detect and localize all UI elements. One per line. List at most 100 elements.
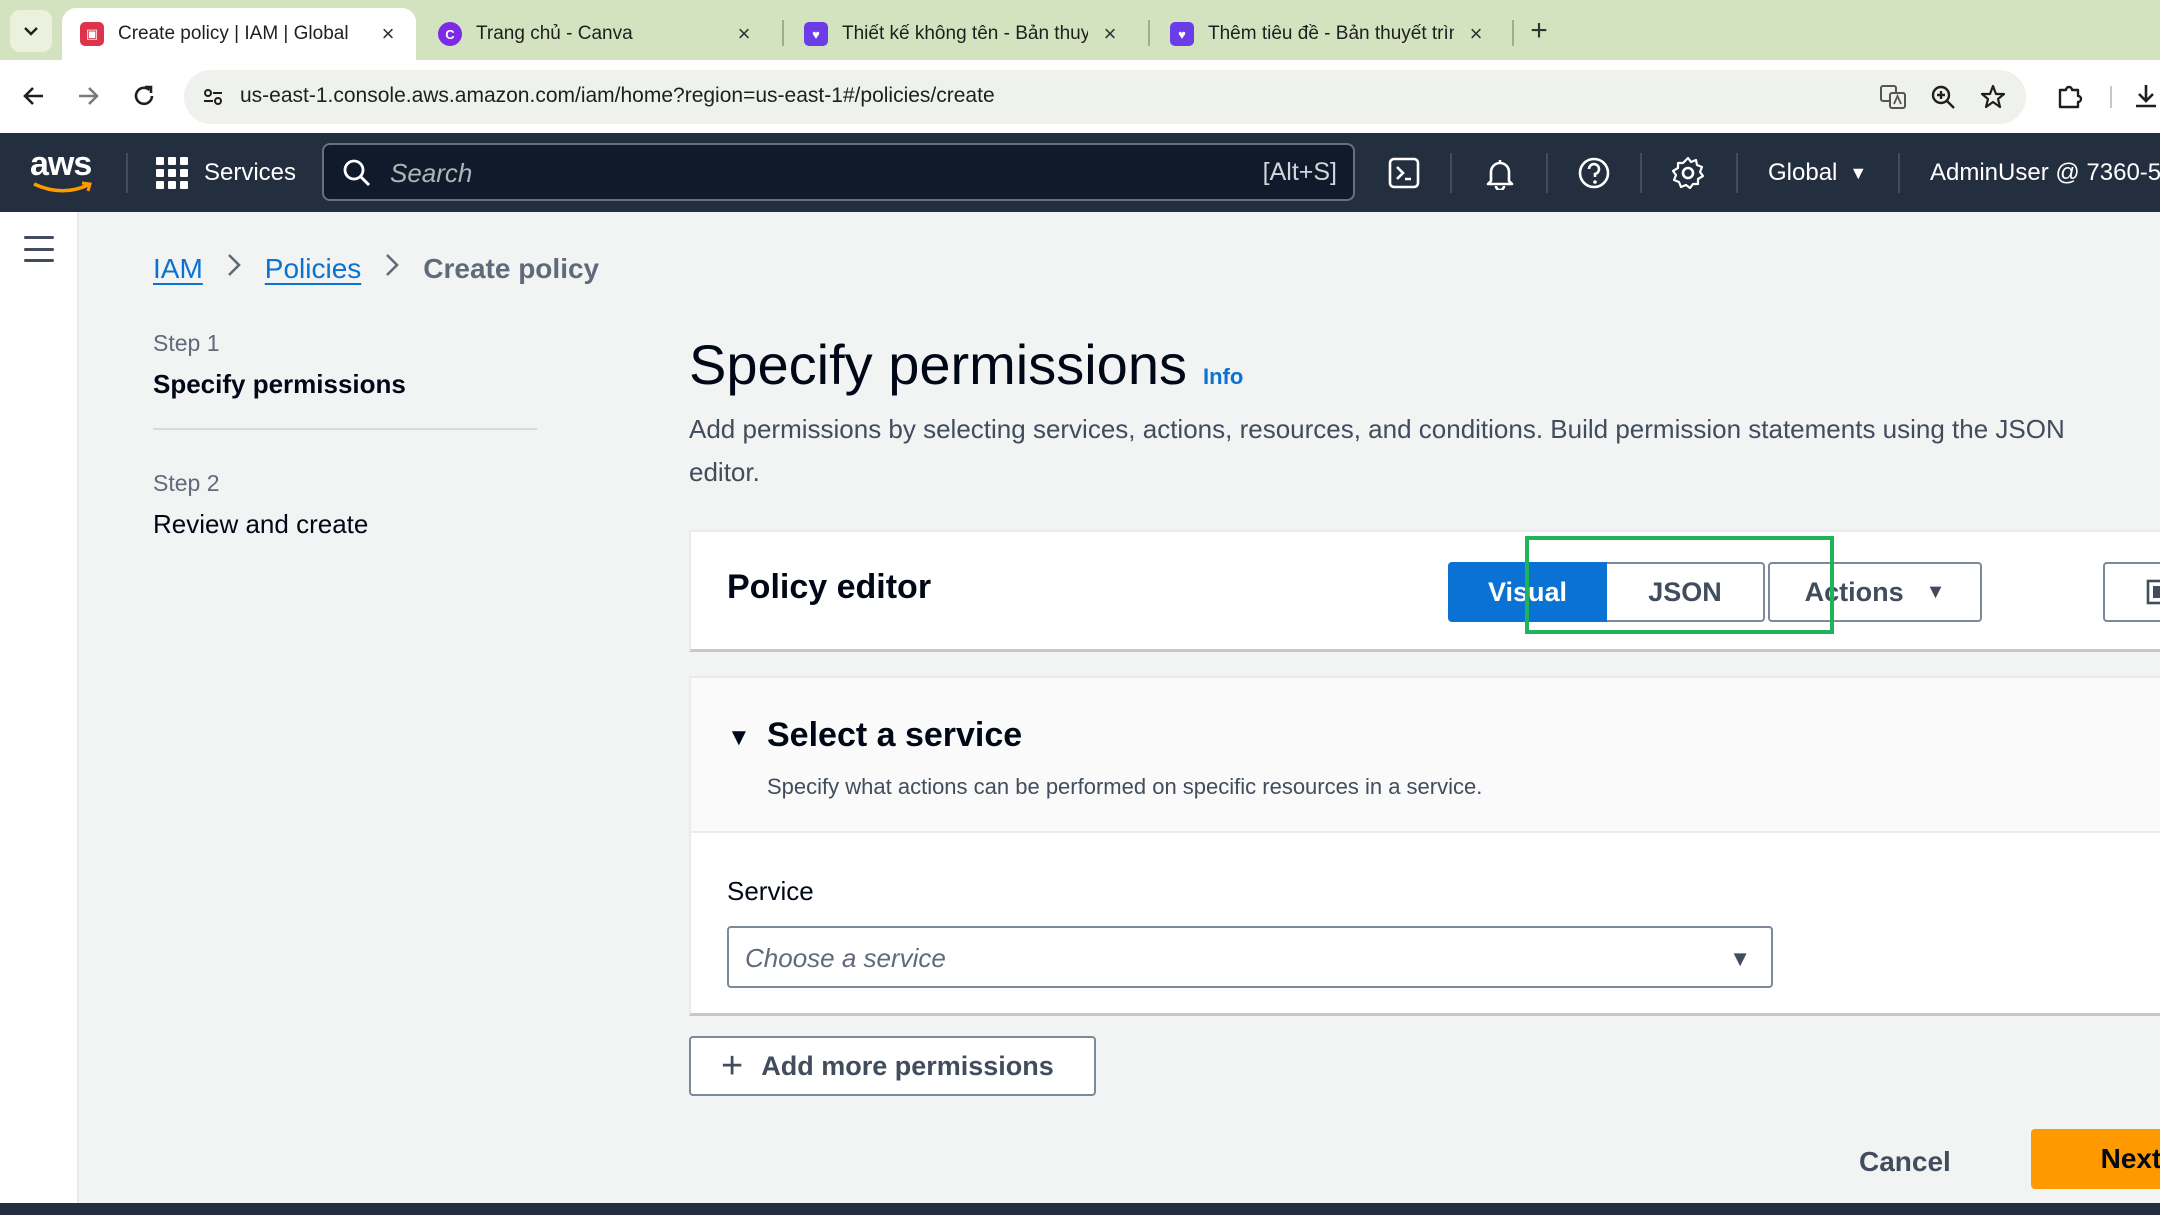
search-icon: [343, 159, 371, 187]
tab-title: Trang chủ - Canva: [476, 23, 633, 44]
search-shortcut-hint: [Alt+S]: [1262, 158, 1337, 186]
translate-icon[interactable]: [1878, 82, 1908, 112]
actions-dropdown-button[interactable]: Actions ▼: [1768, 562, 1982, 622]
tab-close-icon[interactable]: ×: [376, 21, 400, 47]
breadcrumb-policies[interactable]: Policies: [265, 253, 361, 285]
bookmark-star-icon[interactable]: [1978, 82, 2008, 112]
step-title: Review and create: [153, 509, 369, 539]
page-title: Specify permissions: [689, 333, 1187, 396]
service-select-placeholder: Choose a service: [745, 943, 946, 973]
step-title: Specify permissions: [153, 369, 406, 399]
select-service-subtitle: Specify what actions can be performed on…: [767, 774, 1483, 799]
wizard-steps: Step 1 Specify permissions Step 2 Review…: [153, 330, 537, 540]
new-tab-button[interactable]: +: [1522, 14, 1556, 48]
canva-design-favicon-icon: ♥: [804, 22, 828, 46]
chevron-right-icon: [225, 252, 243, 285]
json-mode-button[interactable]: JSON: [1607, 562, 1765, 622]
select-service-title: Select a service: [767, 716, 1023, 754]
wizard-step-1[interactable]: Step 1 Specify permissions: [153, 330, 537, 400]
nav-divider: [1546, 153, 1548, 193]
account-label: AdminUser @ 7360-5: [1930, 159, 2160, 186]
policy-editor-title: Policy editor: [727, 568, 932, 606]
iam-favicon-icon: ▣: [80, 22, 104, 46]
wizard-step-2[interactable]: Step 2 Review and create: [153, 470, 537, 540]
address-bar[interactable]: us-east-1.console.aws.amazon.com/iam/hom…: [184, 70, 2026, 124]
browser-tab-canva-design[interactable]: ♥ Thiết kế không tên - Bản thuyết ×: [786, 8, 1138, 60]
select-service-header[interactable]: ▼ Select a service Specify what actions …: [691, 678, 2160, 833]
tab-close-icon[interactable]: ×: [1464, 21, 1488, 47]
toolbar-divider: [2110, 86, 2112, 108]
nav-divider: [1898, 153, 1900, 193]
url-text[interactable]: us-east-1.console.aws.amazon.com/iam/hom…: [240, 84, 995, 108]
chevron-right-icon: [383, 252, 401, 285]
info-link[interactable]: Info: [1203, 364, 1243, 390]
plus-icon: +: [721, 1045, 744, 1087]
tab-close-icon[interactable]: ×: [1098, 21, 1122, 47]
caret-down-icon: ▼: [1849, 162, 1868, 183]
caret-down-icon: ▼: [1925, 580, 1946, 603]
reload-icon: [134, 85, 154, 106]
tab-title: Thêm tiêu đề - Bản thuyết trình: [1208, 23, 1454, 44]
arrow-right-icon: [79, 87, 99, 105]
next-button[interactable]: Next: [2031, 1129, 2160, 1189]
canva-favicon-icon: C: [438, 22, 462, 46]
site-info-icon[interactable]: [198, 82, 228, 112]
page-header: Specify permissions Info: [689, 332, 1243, 397]
menu-hamburger-icon[interactable]: [24, 236, 54, 262]
add-more-permissions-button[interactable]: + Add more permissions: [689, 1036, 1096, 1096]
aws-top-nav: aws Services Search [Alt+S] Global ▼ Adm…: [0, 133, 2160, 212]
cancel-button[interactable]: Cancel: [1859, 1146, 1951, 1178]
aws-logo-text: aws: [30, 145, 92, 183]
breadcrumb-create-policy: Create policy: [423, 252, 600, 284]
breadcrumb: IAM Policies Create policy: [153, 252, 599, 285]
policy-editor-panel: Policy editor Visual JSON Actions ▼: [689, 530, 2160, 652]
region-label: Global: [1768, 159, 1838, 186]
back-button[interactable]: [16, 78, 52, 114]
aws-smile-icon: [33, 181, 92, 193]
caret-down-icon: ▼: [1729, 946, 1751, 971]
side-navigation-rail: [0, 212, 79, 1203]
fullscreen-button[interactable]: [2103, 562, 2160, 622]
step-label: Step 2: [153, 470, 220, 496]
aws-search-input[interactable]: Search [Alt+S]: [322, 143, 1355, 201]
browser-tab-create-policy[interactable]: ▣ Create policy | IAM | Global ×: [62, 8, 416, 60]
services-menu-button[interactable]: Services: [156, 153, 296, 193]
step-divider: [153, 428, 537, 430]
service-select[interactable]: Choose a service ▼: [727, 926, 1773, 988]
cloudshell-icon[interactable]: [1384, 153, 1424, 193]
select-service-panel: ▼ Select a service Specify what actions …: [689, 676, 2160, 1016]
settings-gear-icon[interactable]: [1668, 153, 1708, 193]
editor-mode-toggle: Visual JSON: [1448, 562, 1765, 622]
visual-mode-button[interactable]: Visual: [1448, 562, 1607, 622]
aws-logo[interactable]: aws: [30, 147, 96, 197]
zoom-icon[interactable]: [1928, 82, 1958, 112]
tab-title: Create policy | IAM | Global: [118, 23, 349, 44]
browser-tab-strip: ▣ Create policy | IAM | Global × C Trang…: [0, 0, 2160, 60]
add-more-permissions-label: Add more permissions: [761, 1050, 1054, 1081]
step-label: Step 1: [153, 330, 220, 356]
download-icon[interactable]: [2128, 78, 2160, 114]
tab-separator: [782, 20, 784, 46]
tab-close-icon[interactable]: ×: [732, 21, 756, 47]
nav-divider: [1736, 153, 1738, 193]
account-menu[interactable]: AdminUser @ 7360-5: [1930, 153, 2160, 193]
canva-presentation-favicon-icon: ♥: [1170, 22, 1194, 46]
browser-tab-canva-presentation[interactable]: ♥ Thêm tiêu đề - Bản thuyết trình ×: [1152, 8, 1504, 60]
help-icon[interactable]: [1574, 153, 1614, 193]
fullscreen-icon: [2146, 579, 2160, 605]
chevron-down-icon: [24, 27, 38, 36]
extensions-puzzle-icon[interactable]: [2052, 78, 2088, 114]
caret-expanded-icon[interactable]: ▼: [727, 724, 751, 752]
notifications-bell-icon[interactable]: [1480, 153, 1520, 193]
nav-divider: [1640, 153, 1642, 193]
services-grid-icon: [156, 157, 188, 189]
reload-button[interactable]: [126, 78, 162, 114]
forward-button[interactable]: [70, 78, 106, 114]
actions-label: Actions: [1804, 576, 1904, 607]
region-selector[interactable]: Global ▼: [1768, 153, 1867, 193]
tab-separator: [1512, 20, 1514, 46]
page-description: Add permissions by selecting services, a…: [689, 414, 2065, 487]
breadcrumb-iam[interactable]: IAM: [153, 253, 203, 285]
tab-search-button[interactable]: [10, 10, 52, 52]
browser-tab-canva-home[interactable]: C Trang chủ - Canva ×: [420, 8, 772, 60]
